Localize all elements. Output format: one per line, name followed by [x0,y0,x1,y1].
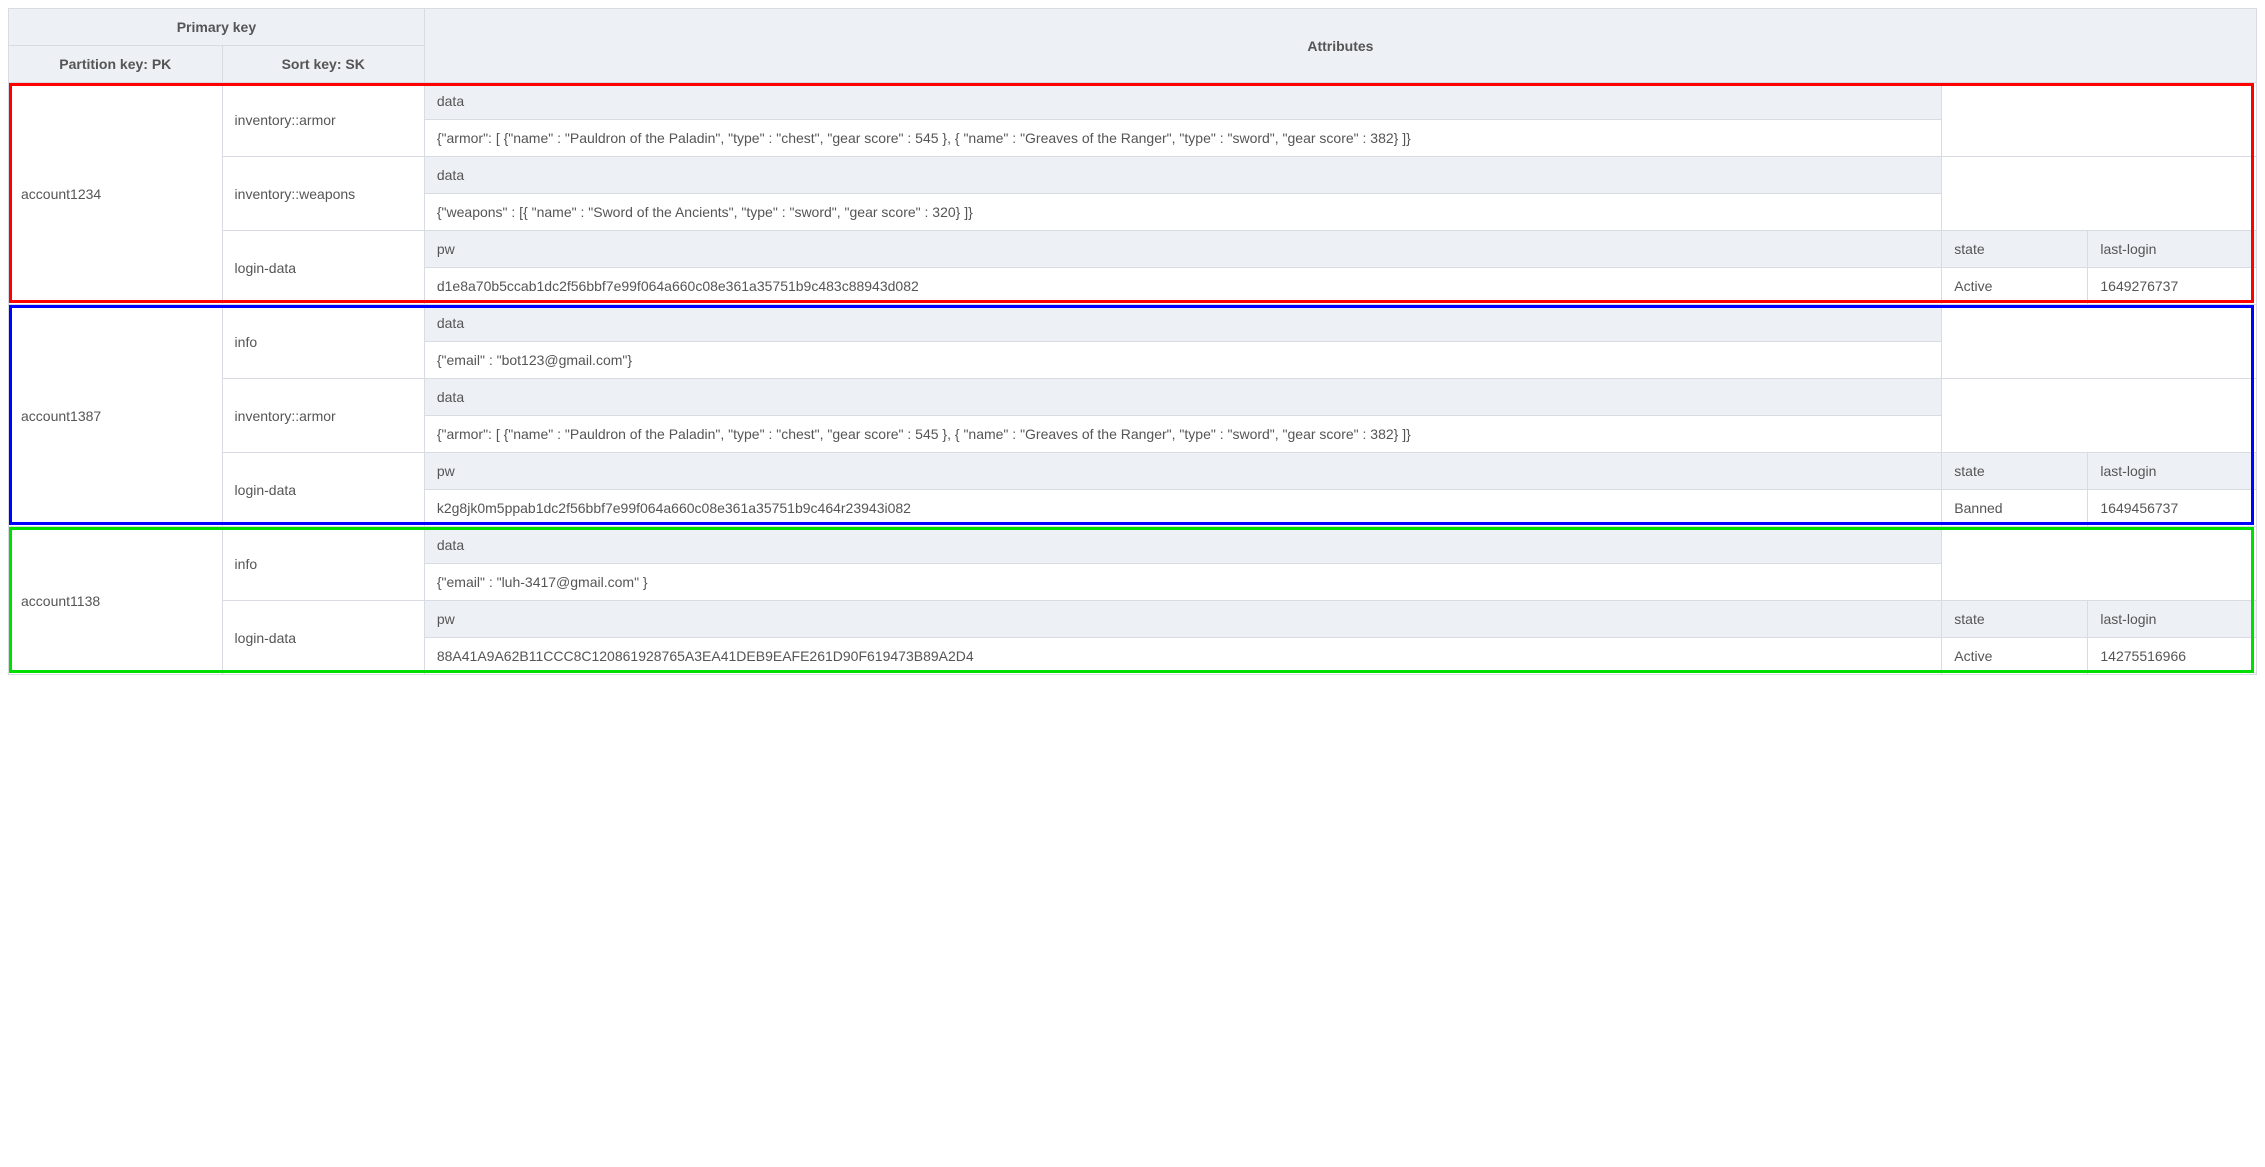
sort-key-cell: inventory::armor [222,83,424,157]
header-row-1: Primary key Attributes [9,9,2257,46]
sort-key-cell: login-data [222,601,424,675]
table-row: login-datapwstatelast-login [9,231,2257,268]
attr-header: pw [424,453,1941,490]
attr-header: pw [424,601,1941,638]
dynamodb-table: Primary key Attributes Partition key: PK… [8,8,2257,675]
attr-value: Active [1942,638,2088,675]
attr-value: Active [1942,268,2088,305]
attr-header: state [1942,601,2088,638]
sort-key-cell: inventory::armor [222,379,424,453]
blank-cell [1942,527,2257,601]
blank-cell [1942,157,2257,231]
sort-key-cell: login-data [222,453,424,527]
header-attributes: Attributes [424,9,2256,83]
header-primary-key: Primary key [9,9,425,46]
attr-header: pw [424,231,1941,268]
attr-value: d1e8a70b5ccab1dc2f56bbf7e99f064a660c08e3… [424,268,1941,305]
header-partition-key: Partition key: PK [9,46,223,83]
header-sort-key: Sort key: SK [222,46,424,83]
attr-header: last-login [2088,231,2257,268]
table-row: inventory::weaponsdata [9,157,2257,194]
blank-cell [1942,83,2257,157]
attr-header: data [424,305,1941,342]
table-row: login-datapwstatelast-login [9,601,2257,638]
attr-value: 88A41A9A62B11CCC8C120861928765A3EA41DEB9… [424,638,1941,675]
attr-header: state [1942,453,2088,490]
attr-value: 1649456737 [2088,490,2257,527]
attr-header: last-login [2088,453,2257,490]
attr-header: data [424,83,1941,120]
attr-header: data [424,157,1941,194]
partition-key-cell: account1138 [9,527,223,675]
sort-key-cell: login-data [222,231,424,305]
attr-value: 14275516966 [2088,638,2257,675]
attr-value: {"email" : "bot123@gmail.com"} [424,342,1941,379]
table-wrapper: Primary key Attributes Partition key: PK… [8,8,2257,675]
sort-key-cell: info [222,305,424,379]
table-row: login-datapwstatelast-login [9,453,2257,490]
sort-key-cell: info [222,527,424,601]
attr-value: {"weapons" : [{ "name" : "Sword of the A… [424,194,1941,231]
attr-value: k2g8jk0m5ppab1dc2f56bbf7e99f064a660c08e3… [424,490,1941,527]
attr-value: 1649276737 [2088,268,2257,305]
attr-value: {"armor": [ {"name" : "Pauldron of the P… [424,416,1941,453]
table-row: account1387infodata [9,305,2257,342]
partition-key-cell: account1234 [9,83,223,305]
attr-value: {"armor": [ {"name" : "Pauldron of the P… [424,120,1941,157]
partition-key-cell: account1387 [9,305,223,527]
attr-header: data [424,527,1941,564]
table-row: inventory::armordata [9,379,2257,416]
attr-header: data [424,379,1941,416]
table-row: account1138infodata [9,527,2257,564]
attr-value: Banned [1942,490,2088,527]
table-row: account1234inventory::armordata [9,83,2257,120]
sort-key-cell: inventory::weapons [222,157,424,231]
attr-value: {"email" : "luh-3417@gmail.com" } [424,564,1941,601]
attr-header: last-login [2088,601,2257,638]
blank-cell [1942,305,2257,379]
attr-header: state [1942,231,2088,268]
blank-cell [1942,379,2257,453]
